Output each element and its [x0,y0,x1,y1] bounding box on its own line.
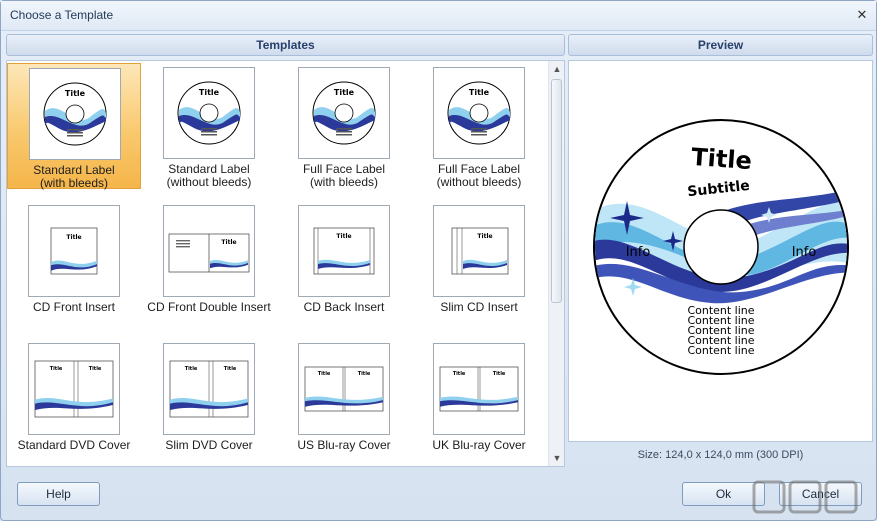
template-label: CD Back Insert [303,300,385,314]
template-label: Standard Label (without bleeds) [166,162,252,189]
template-tile[interactable]: Title CD Back Insert [277,201,411,327]
svg-text:Title: Title [224,366,237,372]
template-tile[interactable]: Title Full Face Label (with bleeds) [277,63,411,189]
preview-pane: Title Subtitle Info Info Content line Co… [568,60,873,442]
preview-info-right: Info [792,245,817,260]
template-label: Slim CD Insert [440,300,518,314]
template-thumbnail: Title [298,67,390,159]
template-thumbnail: Title [163,67,255,159]
scroll-down-icon[interactable]: ▼ [549,450,564,466]
svg-text:Title: Title [477,233,492,240]
preview-info-left: Info [626,245,651,260]
template-tile[interactable]: Title Slim CD Insert [412,201,546,327]
template-thumbnail: Title [298,205,390,297]
svg-text:Title: Title [66,234,81,241]
preview-header: Preview [568,34,873,56]
svg-text:Title: Title [469,88,490,97]
template-thumbnail: Title [433,67,525,159]
svg-text:Title: Title [65,89,86,98]
template-thumbnail: Title Title [298,343,390,435]
template-thumbnail: Title Title [163,343,255,435]
template-thumbnail: Title [29,68,121,160]
template-label: Slim DVD Cover [165,438,253,452]
scroll-thumb[interactable] [551,79,562,303]
template-thumbnail: Title Title [28,343,120,435]
template-tile[interactable]: Title Full Face Label (without bleeds) [412,63,546,189]
size-info: Size: 124,0 x 124,0 mm (300 DPI) [637,449,804,461]
template-label: Full Face Label (with bleeds) [302,162,386,189]
template-tile[interactable]: Title Title UK Blu-ray Cover [412,339,546,465]
svg-text:Title: Title [358,371,371,377]
template-label: Standard DVD Cover [17,438,131,452]
template-label: Full Face Label (without bleeds) [436,162,522,189]
template-thumbnail: Title Title [433,343,525,435]
content-line: Content line [687,344,754,357]
templates-header: Templates [6,34,565,56]
template-thumbnail: Title [28,205,120,297]
template-label: US Blu-ray Cover [297,438,391,452]
template-label: UK Blu-ray Cover [432,438,526,452]
cancel-button[interactable]: Cancel [779,482,862,506]
svg-text:Title: Title [453,371,466,377]
template-tile[interactable]: Title Standard Label (without bleeds) [142,63,276,189]
svg-text:Title: Title [493,371,506,377]
svg-text:Title: Title [336,233,351,240]
svg-text:Title: Title [199,88,220,97]
template-label: CD Front Double Insert [147,300,271,314]
template-tile[interactable]: Title CD Front Insert [7,201,141,327]
template-thumbnail: Title [163,205,255,297]
templates-scrollbar[interactable]: ▲ ▼ [548,61,564,466]
template-label: Standard Label (with bleeds) [33,163,115,190]
preview-title: Title [690,143,752,175]
ok-button[interactable]: Ok [682,482,765,506]
choose-template-dialog: Choose a Template ✕ Templates Preview Ti… [0,0,877,521]
svg-text:Title: Title [185,366,198,372]
scroll-up-icon[interactable]: ▲ [549,61,564,77]
template-tile[interactable]: Title Standard Label (with bleeds) [7,63,141,190]
templates-list[interactable]: Title Standard Label (with bleeds) Title… [6,60,565,467]
template-thumbnail: Title [433,205,525,297]
template-tile[interactable]: Title Title Standard DVD Cover [7,339,141,465]
svg-text:Title: Title [89,366,102,372]
preview-disc-label: Title Subtitle Info Info Content line Co… [593,119,849,375]
svg-text:Title: Title [50,366,63,372]
help-button[interactable]: Help [17,482,100,506]
svg-text:Title: Title [334,88,355,97]
template-tile[interactable]: Title Title US Blu-ray Cover [277,339,411,465]
svg-text:Title: Title [221,239,236,246]
title-bar: Choose a Template ✕ [1,1,876,31]
svg-text:Title: Title [318,371,331,377]
disc-hole [683,209,759,285]
template-tile[interactable]: Title CD Front Double Insert [142,201,276,327]
template-label: CD Front Insert [32,300,116,314]
template-tile[interactable]: Title Title Slim DVD Cover [142,339,276,465]
window-title: Choose a Template [10,8,114,22]
close-icon[interactable]: ✕ [854,7,870,23]
